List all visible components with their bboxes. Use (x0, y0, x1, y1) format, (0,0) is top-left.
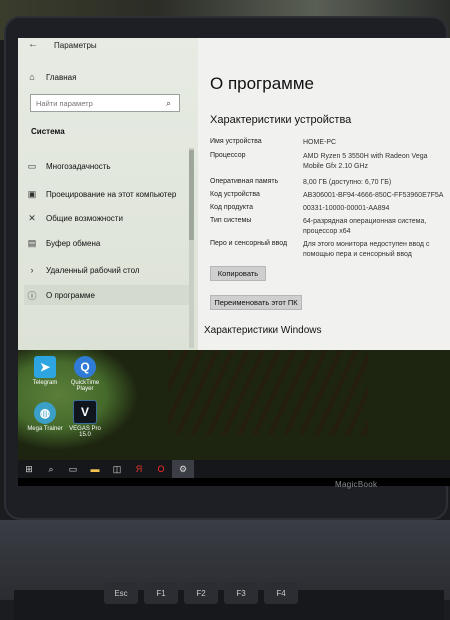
spec-label: Имя устройства (210, 138, 262, 145)
spec-label: Оперативная память (210, 178, 279, 185)
home-icon: ⌂ (29, 72, 35, 82)
opera-icon[interactable]: O (150, 460, 172, 478)
sidebar-item-label: Главная (46, 72, 77, 82)
sidebar-item-label: Буфер обмена (46, 238, 101, 248)
sidebar-item-remote-desktop[interactable]: › Удаленный рабочий стол (24, 262, 192, 278)
windows-specs-title: Характеристики Windows (204, 325, 322, 336)
spec-value: 64-разрядная операционная система, проце… (303, 218, 427, 235)
key-f4[interactable]: F4 (264, 582, 298, 604)
laptop-brand: MagicBook (335, 480, 378, 489)
window-title-row: ← Параметры (18, 38, 198, 54)
yandex-browser-icon[interactable]: Я (128, 460, 150, 478)
globe-icon: ◍ (34, 402, 56, 424)
file-explorer-icon[interactable]: ▬ (84, 460, 106, 478)
wallpaper-tiger-stripes (168, 350, 368, 435)
spec-value: HOME-PC (303, 139, 337, 146)
telegram-icon: ➤ (34, 356, 56, 378)
spec-value: AB306001-BF94-4666-850C-FF53960E7F5A (303, 192, 444, 199)
sidebar-item-label: Многозадачность (46, 161, 111, 171)
search-box[interactable]: ⌕ (30, 94, 180, 112)
spec-value: Для этого монитора недоступен ввод с пом… (303, 241, 430, 258)
rename-pc-button[interactable]: Переименовать этот ПК (210, 295, 302, 310)
task-view-icon[interactable]: ▭ (62, 460, 84, 478)
spec-value: AMD Ryzen 5 3550H with Radeon Vega Mobil… (303, 153, 428, 170)
desktop-icon-quicktime[interactable]: Q QuickTime Player (66, 356, 104, 392)
store-icon[interactable]: ◫ (106, 460, 128, 478)
copy-button[interactable]: Копировать (210, 266, 266, 281)
remote-desktop-icon: › (30, 265, 34, 275)
spec-label: Код продукта (210, 204, 254, 211)
spec-label: Процессор (210, 152, 246, 159)
key-f1[interactable]: F1 (144, 582, 178, 604)
multitask-icon: ▭ (27, 160, 37, 171)
sidebar-item-label: О программе (46, 290, 95, 300)
desktop-icon-label: VEGAS Pro 15.0 (69, 426, 101, 438)
desktop-icon-mega-trainer[interactable]: ◍ Mega Trainer (26, 402, 64, 432)
sidebar-item-multitasking[interactable]: ▭ Многозадачность (24, 158, 192, 174)
desktop-icon-label: Telegram (32, 380, 58, 386)
desktop-icon-label: QuickTime Player (70, 380, 100, 392)
sidebar-item-label: Удаленный рабочий стол (46, 265, 140, 275)
settings-main: О программе Характеристики устройства Им… (198, 38, 450, 350)
device-specs-title: Характеристики устройства (210, 114, 352, 126)
spec-value: 8,00 ГБ (доступно: 6,70 ГБ) (303, 179, 392, 186)
sidebar-item-projecting[interactable]: ▣ Проецирование на этот компьютер (24, 186, 192, 202)
search-icon: ⌕ (166, 97, 172, 108)
sidebar-item-shared[interactable]: ✕ Общие возможности (24, 210, 192, 226)
settings-window: ← Параметры ⌂ Главная ⌕ Система ▭ Многоз… (18, 38, 450, 350)
sidebar-item-about[interactable]: ⓘ О программе (24, 285, 192, 305)
laptop-screen: ← Параметры ⌂ Главная ⌕ Система ▭ Многоз… (18, 38, 450, 486)
spec-value: 00331-10000-00001-AA894 (303, 205, 390, 212)
key-f3[interactable]: F3 (224, 582, 258, 604)
spec-label: Код устройства (210, 191, 260, 198)
back-arrow-icon[interactable]: ← (28, 39, 38, 50)
sidebar-item-label: Общие возможности (46, 213, 123, 223)
spec-label: Перо и сенсорный ввод (210, 240, 288, 247)
window-title: Параметры (54, 41, 97, 50)
page-title: О программе (210, 74, 315, 93)
projecting-icon: ▣ (27, 188, 37, 199)
search-icon[interactable]: ⌕ (40, 460, 62, 478)
key-f2[interactable]: F2 (184, 582, 218, 604)
settings-gear-icon[interactable]: ⚙ (172, 460, 194, 478)
sidebar-scrollbar-thumb[interactable] (189, 150, 194, 240)
desktop-icon-telegram[interactable]: ➤ Telegram (26, 356, 64, 386)
desktop-icon-label: Mega Trainer (27, 426, 63, 432)
sidebar-item-label: Проецирование на этот компьютер (46, 189, 177, 199)
key-esc[interactable]: Esc (104, 582, 138, 604)
section-title: Система (31, 127, 65, 136)
search-input[interactable] (31, 97, 166, 109)
desktop-icon-vegas[interactable]: V VEGAS Pro 15.0 (66, 400, 104, 438)
windows-start-icon[interactable]: ⊞ (18, 460, 40, 478)
settings-sidebar: ← Параметры ⌂ Главная ⌕ Система ▭ Многоз… (18, 38, 198, 350)
vegas-icon: V (73, 400, 97, 424)
quicktime-icon: Q (74, 356, 96, 378)
spec-label: Тип системы (210, 217, 252, 224)
sidebar-item-home[interactable]: ⌂ Главная (24, 69, 192, 85)
clipboard-icon: ▤ (27, 237, 37, 248)
info-icon: ⓘ (27, 290, 37, 301)
shared-experiences-icon: ✕ (28, 212, 36, 223)
sidebar-item-clipboard[interactable]: ▤ Буфер обмена (24, 235, 192, 251)
taskbar: ⊞ ⌕ ▭ ▬ ◫ Я O ⚙ (18, 460, 450, 478)
